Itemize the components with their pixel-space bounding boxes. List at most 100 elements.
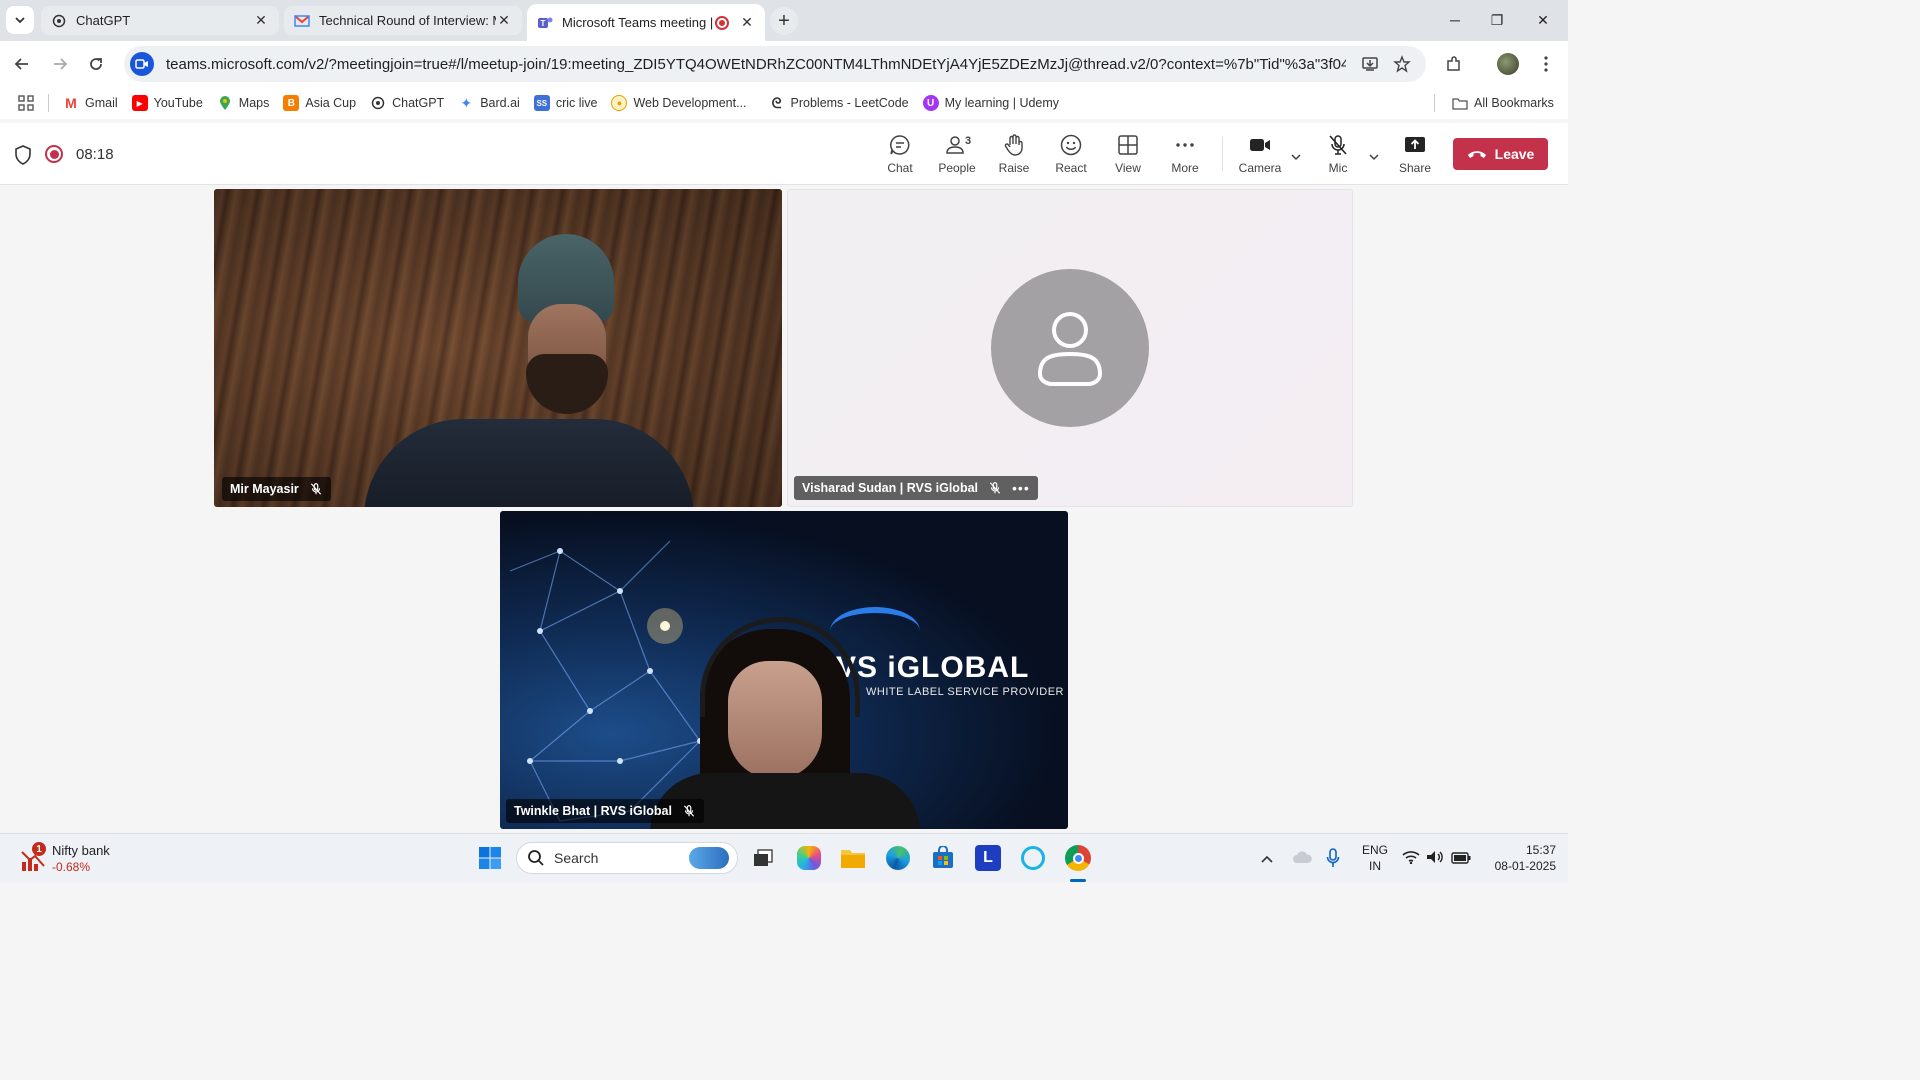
close-icon[interactable]: ✕ [253, 12, 269, 29]
participant-options-icon[interactable]: ••• [1012, 480, 1030, 496]
more-vertical-icon [1544, 56, 1548, 72]
participant-name: Visharad Sudan | RVS iGlobal [802, 481, 979, 495]
tab-teams-meeting[interactable]: T Microsoft Teams meeting | I ✕ [527, 4, 765, 41]
tab-title: ChatGPT [76, 13, 131, 28]
tab-chatgpt[interactable]: ChatGPT ✕ [41, 6, 279, 35]
reload-button[interactable] [82, 50, 110, 78]
microsoft-store-icon[interactable] [928, 843, 958, 873]
wifi-icon[interactable] [1402, 850, 1420, 869]
forward-button[interactable] [46, 50, 74, 78]
chat-button[interactable]: Chat [872, 133, 928, 177]
bookmark-label: cric live [555, 96, 598, 110]
bookmark-maps[interactable]: Maps [217, 95, 269, 111]
blogger-icon: B [283, 95, 300, 111]
bookmark-leetcode[interactable]: ᘓ Problems - LeetCode [769, 95, 909, 111]
apps-grid-icon[interactable] [18, 95, 34, 111]
all-bookmarks[interactable]: All Bookmarks [1452, 95, 1554, 111]
battery-icon[interactable] [1451, 851, 1471, 869]
background-tagline: WHITE LABEL SERVICE PROVIDER [866, 686, 1064, 698]
extensions-button[interactable] [1440, 50, 1468, 78]
more-button[interactable]: More [1157, 133, 1213, 177]
hand-icon [1004, 134, 1023, 156]
raise-hand-button[interactable]: Raise [986, 133, 1042, 177]
bookmark-label: Asia Cup [305, 96, 357, 110]
edge-icon[interactable] [883, 843, 913, 873]
people-button[interactable]: 3 People [929, 133, 985, 177]
cortana-icon[interactable] [1018, 843, 1048, 873]
leave-button[interactable]: Leave [1453, 138, 1548, 170]
chevron-up-icon[interactable] [1260, 851, 1274, 869]
participant-video-mir-mayasir[interactable]: Mir Mayasir [214, 189, 782, 507]
mic-options-chevron-icon[interactable] [1368, 149, 1380, 167]
react-label: React [1055, 161, 1087, 175]
file-explorer-icon[interactable] [838, 843, 868, 873]
gmail-icon [294, 13, 310, 29]
bookmark-label: All Bookmarks [1474, 96, 1554, 110]
close-icon[interactable]: ✕ [739, 14, 755, 31]
chrome-icon[interactable] [1063, 843, 1093, 873]
recording-icon [45, 145, 63, 163]
avatar [991, 269, 1149, 427]
taskbar-search[interactable]: Search [516, 842, 738, 874]
stock-widget[interactable]: 1 Nifty bank -0.68% [18, 842, 138, 876]
teams-icon: T [537, 15, 553, 31]
search-highlight-icon [689, 847, 729, 869]
leetcode-icon: ᘓ [771, 94, 782, 111]
share-button[interactable]: Share [1387, 133, 1443, 177]
react-button[interactable]: React [1043, 133, 1099, 177]
tab-interview[interactable]: Technical Round of Interview: M ✕ [284, 6, 522, 35]
active-app-indicator [1070, 879, 1086, 882]
camera-button[interactable]: Camera [1232, 133, 1288, 177]
bookmark-divider [48, 94, 49, 112]
bookmark-web-dev[interactable]: ● Web Development... [611, 95, 747, 111]
bookmark-youtube[interactable]: ▶ YouTube [131, 95, 203, 111]
tab-title: Microsoft Teams meeting | I [562, 15, 715, 30]
install-app-icon[interactable] [1358, 52, 1382, 76]
restore-button[interactable]: ❐ [1474, 0, 1520, 40]
l-app-icon[interactable]: L [973, 843, 1003, 873]
bookmark-bard[interactable]: ✦ Bard.ai [458, 95, 519, 111]
chat-icon [890, 135, 910, 155]
close-window-button[interactable]: ✕ [1520, 0, 1566, 40]
share-label: Share [1398, 161, 1432, 175]
participant-video-twinkle-bhat[interactable]: VS iGLOBAL WHITE LABEL SERVICE PROVIDER … [500, 511, 1068, 829]
bookmark-gmail[interactable]: M Gmail [63, 95, 118, 111]
url-text[interactable]: teams.microsoft.com/v2/?meetingjoin=true… [166, 56, 1346, 73]
hang-up-icon [1467, 151, 1486, 158]
search-icon [528, 850, 544, 866]
participant-name: Twinkle Bhat | RVS iGlobal [514, 804, 672, 818]
close-icon[interactable]: ✕ [496, 12, 512, 29]
participant-video-visharad-sudan[interactable]: Visharad Sudan | RVS iGlobal ••• [787, 189, 1353, 507]
onedrive-icon[interactable] [1292, 850, 1312, 869]
chatgpt-icon [370, 95, 386, 111]
task-view-icon[interactable] [748, 843, 778, 873]
bookmark-udemy[interactable]: U My learning | Udemy [922, 95, 1059, 111]
bookmark-cric-live[interactable]: SS cric live [533, 95, 598, 111]
tab-search-button[interactable] [6, 6, 34, 34]
bookmark-chatgpt[interactable]: ChatGPT [370, 95, 444, 111]
bookmark-asia-cup[interactable]: B Asia Cup [283, 95, 356, 111]
more-horizontal-icon [1176, 143, 1194, 147]
clock[interactable]: 15:37 08-01-2025 [1476, 842, 1556, 874]
microphone-icon[interactable] [1326, 848, 1340, 873]
view-button[interactable]: View [1100, 133, 1156, 177]
browser-menu-button[interactable] [1532, 50, 1560, 78]
minimize-button[interactable]: ─ [1432, 0, 1478, 40]
camera-options-chevron-icon[interactable] [1290, 149, 1302, 167]
copilot-icon[interactable] [794, 843, 824, 873]
person-placeholder-icon [1037, 312, 1103, 386]
profile-avatar[interactable] [1494, 50, 1522, 78]
new-tab-button[interactable]: + [770, 7, 798, 35]
participant-name-tag: Visharad Sudan | RVS iGlobal ••• [794, 476, 1038, 500]
back-button[interactable] [8, 50, 36, 78]
chatgpt-icon [51, 13, 67, 29]
site-camera-icon[interactable] [130, 52, 154, 76]
language-indicator[interactable]: ENG IN [1360, 842, 1390, 874]
address-bar[interactable]: teams.microsoft.com/v2/?meetingjoin=true… [124, 46, 1426, 82]
mic-button[interactable]: Mic [1310, 133, 1366, 177]
tab-title: Technical Round of Interview: M [319, 13, 496, 28]
start-button[interactable] [475, 843, 505, 873]
volume-icon[interactable] [1426, 850, 1444, 869]
bookmark-star-icon[interactable] [1390, 52, 1414, 76]
youtube-icon: ▶ [131, 95, 148, 111]
